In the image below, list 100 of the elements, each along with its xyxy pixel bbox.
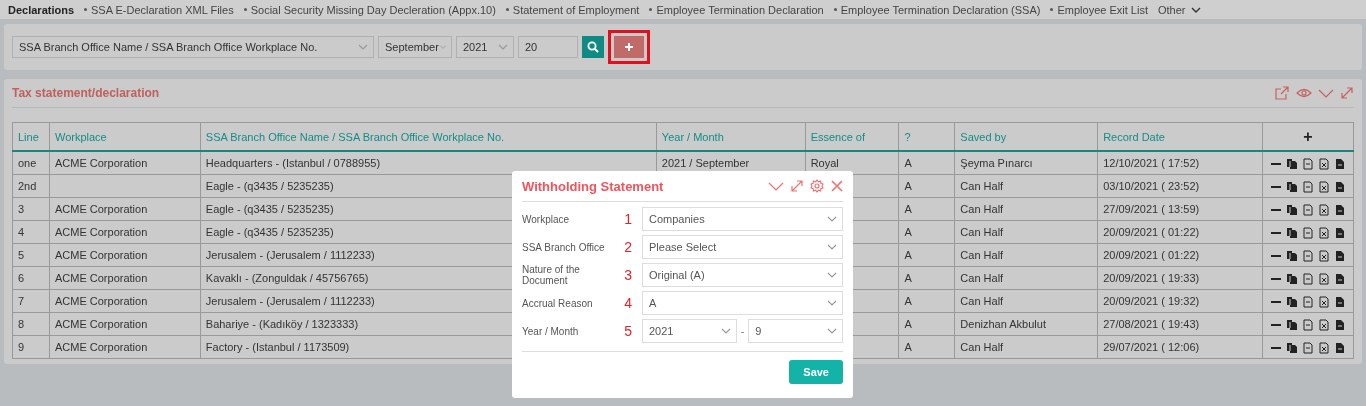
file-icon[interactable]	[1334, 249, 1346, 262]
table-cell: 03/10/2021 ( 23:52)	[1103, 180, 1200, 192]
expand-icon[interactable]	[791, 180, 803, 192]
document-icon[interactable]	[1302, 157, 1314, 170]
column-header: ?	[904, 130, 911, 143]
table-cell: 20/09/2021 ( 01:22)	[1103, 249, 1200, 261]
table-cell: Şeyma Pınarcı	[960, 157, 1033, 169]
document-icon[interactable]	[1302, 272, 1314, 285]
add-button[interactable]	[614, 36, 644, 58]
file-icon[interactable]	[1334, 203, 1346, 216]
count-field[interactable]: 20	[518, 36, 578, 58]
table-cell: Can Half	[960, 341, 1004, 353]
copy-icon[interactable]	[1286, 249, 1298, 262]
month-select[interactable]: 9	[748, 319, 843, 343]
step-number: 4	[624, 295, 632, 311]
table-cell: Bahariye - (Kadıköy / 1323333)	[205, 318, 359, 330]
spreadsheet-icon[interactable]	[1318, 226, 1330, 239]
step-number: 2	[624, 239, 632, 255]
table-cell: A	[904, 318, 912, 330]
branch-select[interactable]: SSA Branch Office Name / SSA Branch Office Workplace No.	[12, 36, 374, 58]
nav-link[interactable]: Declarations	[8, 3, 75, 16]
spreadsheet-icon[interactable]	[1318, 318, 1330, 331]
add-row-button[interactable]: +	[1303, 127, 1313, 145]
document-icon[interactable]	[1302, 295, 1314, 308]
table-cell: 27/09/2021 ( 13:59)	[1103, 203, 1200, 215]
field-label: Year / Month	[522, 325, 579, 337]
spreadsheet-icon[interactable]	[1318, 180, 1330, 193]
field-label: SSA Branch Office	[522, 241, 605, 253]
table-cell: 29/07/2021 ( 12:06)	[1103, 341, 1200, 353]
table-cell: 3	[18, 203, 25, 215]
spreadsheet-icon[interactable]	[1318, 272, 1330, 285]
table-cell: ACME Corporation	[54, 295, 148, 307]
table-cell: Can Half	[960, 295, 1004, 307]
table-cell: ACME Corporation	[54, 203, 148, 215]
spreadsheet-icon[interactable]	[1318, 249, 1330, 262]
file-icon[interactable]	[1334, 180, 1346, 193]
document-icon[interactable]	[1302, 180, 1314, 193]
nav-link[interactable]: Social Security Missing Day Decleration (Appx.10)	[243, 3, 496, 16]
column-header: Record Date	[1103, 130, 1165, 143]
nav-link[interactable]: Employee Termination Declaration (SSA)	[833, 3, 1041, 16]
copy-icon[interactable]	[1286, 203, 1298, 216]
copy-icon[interactable]	[1286, 272, 1298, 285]
document-icon[interactable]	[1302, 318, 1314, 331]
nav-link[interactable]: Employee Termination Declaration	[649, 3, 824, 16]
table-cell: ACME Corporation	[54, 249, 148, 261]
table-cell: 27/08/2021 ( 19:43)	[1103, 318, 1200, 330]
select-field[interactable]: Please Select	[642, 235, 843, 259]
document-icon[interactable]	[1302, 226, 1314, 239]
field-label: Accrual Reason	[522, 297, 593, 309]
table-cell: 8	[18, 318, 25, 330]
nav-link[interactable]: Employee Exit List	[1050, 3, 1148, 16]
nav-link[interactable]: SSA E-Declaration XML Files	[84, 3, 234, 16]
table-cell: Can Half	[960, 180, 1004, 192]
document-icon[interactable]	[1302, 341, 1314, 354]
copy-icon[interactable]	[1286, 341, 1298, 354]
column-header: Workplace	[54, 130, 107, 143]
search-button[interactable]	[582, 36, 604, 58]
copy-icon[interactable]	[1286, 318, 1298, 331]
table-cell: Denizhan Akbulut	[960, 318, 1046, 330]
close-icon[interactable]	[831, 180, 843, 192]
table-cell: Eagle - (q3435 / 5235235)	[205, 226, 334, 238]
field-label: Workplace	[522, 213, 570, 225]
table-cell: Can Half	[960, 249, 1004, 261]
spreadsheet-icon[interactable]	[1318, 203, 1330, 216]
nav-link[interactable]: Other	[1157, 3, 1202, 16]
file-icon[interactable]	[1334, 295, 1346, 308]
table-cell: 20/09/2021 ( 01:22)	[1103, 226, 1200, 238]
file-icon[interactable]	[1334, 341, 1346, 354]
step-number: 1	[624, 211, 632, 227]
table-cell: Can Half	[960, 203, 1004, 215]
file-icon[interactable]	[1334, 272, 1346, 285]
file-icon[interactable]	[1334, 226, 1346, 239]
spreadsheet-icon[interactable]	[1318, 295, 1330, 308]
table-cell: 4	[18, 226, 25, 238]
file-icon[interactable]	[1334, 318, 1346, 331]
table-cell: A	[904, 226, 912, 238]
table-cell: 2021 / September	[661, 157, 750, 169]
year-select[interactable]: 2021	[456, 36, 514, 58]
settings-icon[interactable]	[810, 179, 824, 193]
document-icon[interactable]	[1302, 249, 1314, 262]
table-cell: A	[904, 249, 912, 261]
select-field[interactable]: Original (A)	[642, 263, 843, 287]
spreadsheet-icon[interactable]	[1318, 341, 1330, 354]
document-icon[interactable]	[1302, 203, 1314, 216]
table-cell: ACME Corporation	[54, 226, 148, 238]
month-select[interactable]: September	[378, 36, 452, 58]
select-field[interactable]: A	[642, 291, 843, 315]
table-cell: 6	[18, 272, 25, 284]
file-icon[interactable]	[1334, 157, 1346, 170]
spreadsheet-icon[interactable]	[1318, 157, 1330, 170]
table-cell: 2nd	[18, 180, 37, 192]
year-select[interactable]: 2021	[642, 319, 737, 343]
copy-icon[interactable]	[1286, 157, 1298, 170]
column-header: Line	[18, 130, 39, 143]
copy-icon[interactable]	[1286, 180, 1298, 193]
copy-icon[interactable]	[1286, 295, 1298, 308]
nav-link[interactable]: Statement of Employment	[505, 3, 640, 16]
copy-icon[interactable]	[1286, 226, 1298, 239]
panel-title: Tax statement/declaration	[12, 86, 160, 100]
select-field[interactable]: Companies	[642, 207, 843, 231]
